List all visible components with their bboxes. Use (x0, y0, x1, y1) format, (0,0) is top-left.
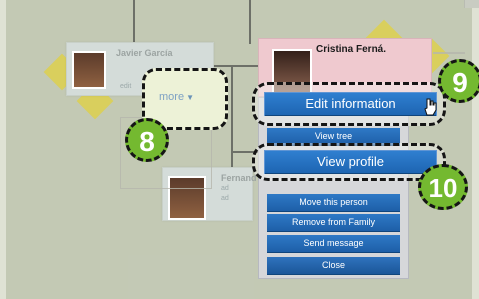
menu-item-move-this-person[interactable]: Move this person (267, 194, 400, 211)
scrollbar[interactable] (464, 0, 479, 8)
menu-item-close[interactable]: Close (267, 257, 400, 274)
view-profile-button[interactable]: View profile (265, 151, 436, 173)
dropdown-triangle-icon: ▼ (186, 93, 194, 102)
callout-10: 10 (418, 164, 468, 210)
person-name: Cristina Ferná. (316, 44, 387, 55)
ghost-link: ad (221, 185, 229, 192)
overlay-guide (433, 52, 465, 54)
more-link[interactable]: more ▼ (159, 91, 194, 103)
tree-connector (133, 0, 135, 44)
callout-8: 8 (125, 118, 169, 162)
person-name: Javier García (116, 48, 173, 58)
callout-9: 9 (438, 59, 479, 103)
menu-item-remove-from-family[interactable]: Remove from Family (267, 214, 400, 231)
ghost-link: ad (221, 195, 229, 202)
tree-connector (213, 65, 259, 67)
ghost-link: edit (120, 83, 132, 90)
hand-cursor-icon (424, 98, 437, 116)
tree-connector (249, 0, 251, 44)
menu-item-send-message[interactable]: Send message (267, 235, 400, 252)
person-name: Fernand (221, 173, 257, 183)
edit-information-button[interactable]: Edit information (265, 93, 436, 115)
person-photo (72, 51, 106, 89)
